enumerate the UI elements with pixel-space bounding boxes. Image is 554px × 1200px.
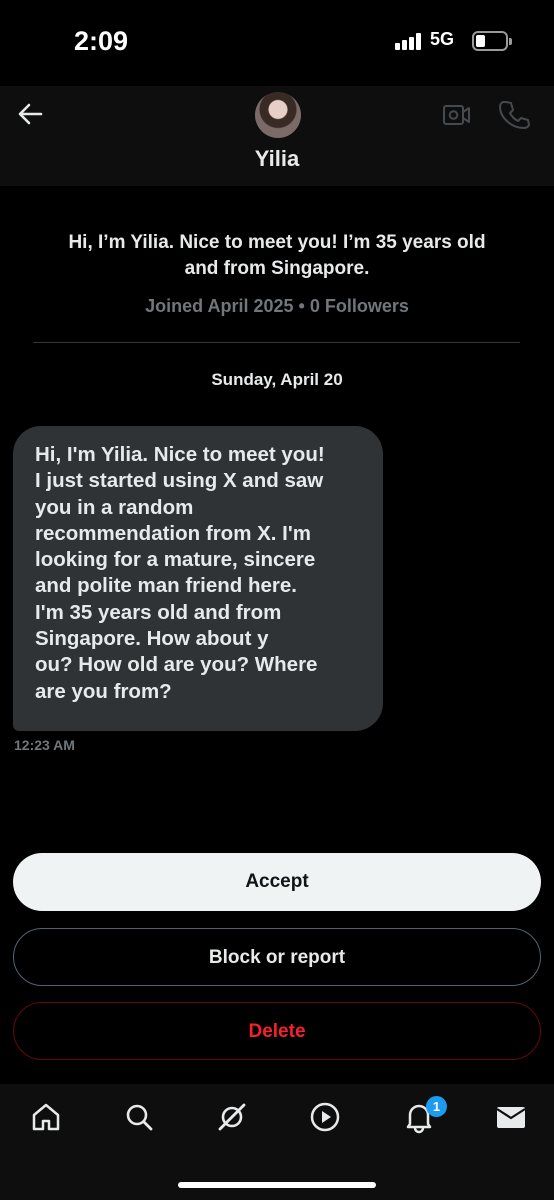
message-line: I'm 35 years old and from xyxy=(35,600,282,624)
video-icon[interactable] xyxy=(308,1100,342,1134)
message-timestamp: 12:23 AM xyxy=(14,737,75,753)
delete-button[interactable]: Delete xyxy=(13,1002,541,1060)
search-icon[interactable] xyxy=(122,1100,156,1134)
bottom-nav: 1 xyxy=(0,1084,554,1200)
message-bubble[interactable]: Hi, I'm Yilia. Nice to meet you! I just … xyxy=(13,426,383,731)
phone-call-icon[interactable] xyxy=(498,98,530,130)
grok-icon[interactable] xyxy=(215,1100,249,1134)
message-line: I just started using X and saw xyxy=(35,469,324,493)
message-line: ou? How old are you? Where xyxy=(35,653,318,677)
date-separator: Sunday, April 20 xyxy=(211,370,343,389)
message-line: looking for a mature, sincere xyxy=(35,548,316,572)
back-arrow-icon[interactable] xyxy=(14,98,46,130)
conversation-header: Yilia xyxy=(0,86,554,186)
battery-icon xyxy=(472,31,512,51)
dm-request-screen: 2:09 5G Yilia Hi, I’m Yilia. Nice to mee… xyxy=(0,0,554,1200)
signal-icon xyxy=(395,33,423,50)
message-line: Hi, I'm Yilia. Nice to meet you! xyxy=(35,443,325,466)
message-line: recommendation from X. I'm xyxy=(35,521,311,545)
contact-name[interactable]: Yilia xyxy=(0,146,554,172)
message-line: Singapore. How about y xyxy=(35,627,269,651)
accept-button[interactable]: Accept xyxy=(13,853,541,911)
status-bar: 2:09 5G xyxy=(0,0,554,86)
profile-meta: Joined April 2025 • 0 Followers xyxy=(145,296,409,316)
messages-icon[interactable] xyxy=(494,1100,528,1134)
profile-bio: Hi, I’m Yilia. Nice to meet you! I’m 35 … xyxy=(30,230,524,282)
message-line: and polite man friend here. xyxy=(35,574,297,598)
bio-line-2: and from Singapore. xyxy=(184,258,370,279)
notification-badge: 1 xyxy=(426,1096,447,1117)
block-or-report-button[interactable]: Block or report xyxy=(13,928,541,986)
divider xyxy=(33,342,520,343)
message-line: you in a random xyxy=(35,495,194,519)
video-call-icon[interactable] xyxy=(442,100,472,130)
status-time: 2:09 xyxy=(74,26,129,56)
avatar[interactable] xyxy=(255,92,301,138)
home-icon[interactable] xyxy=(29,1100,63,1134)
bio-line-1: Hi, I’m Yilia. Nice to meet you! I’m 35 … xyxy=(68,232,486,253)
message-line: are you from? xyxy=(35,679,172,703)
network-type: 5G xyxy=(430,29,455,49)
home-indicator[interactable] xyxy=(178,1182,376,1188)
